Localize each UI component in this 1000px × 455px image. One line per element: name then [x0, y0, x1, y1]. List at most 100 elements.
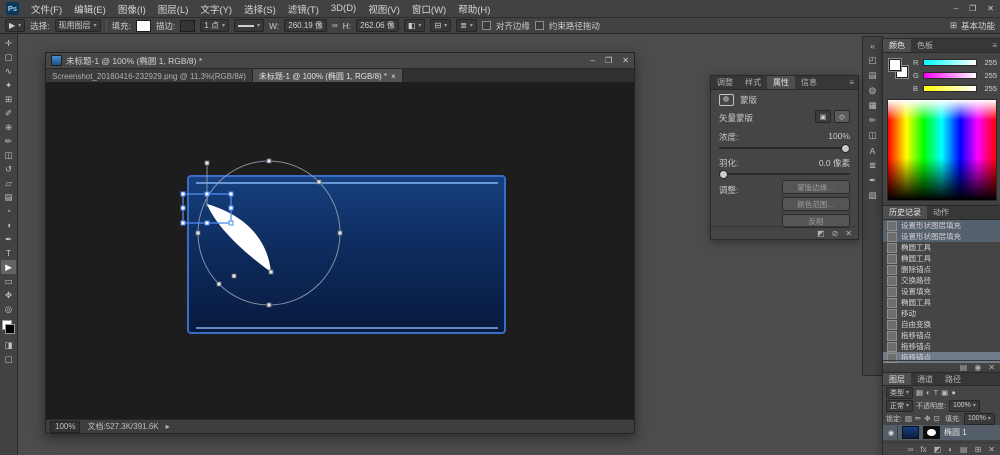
new-snapshot-icon[interactable]: ◉ [974, 363, 981, 372]
history-state[interactable]: 移动 [883, 308, 1000, 319]
disable-mask-icon[interactable]: ⊘ [832, 229, 839, 238]
clone-stamp-tool[interactable]: ◫ [1, 148, 16, 162]
path-arrangement-dropdown[interactable]: ≣ ▾ [456, 19, 477, 32]
mask-edge-button[interactable]: 蒙版边缘… [782, 180, 850, 194]
menu-help[interactable]: 帮助(H) [458, 2, 490, 16]
history-state[interactable]: 交换路径 [883, 275, 1000, 286]
clone-source-panel-icon[interactable]: ◫ [865, 129, 880, 142]
canvas-area[interactable] [46, 82, 634, 420]
tab-properties[interactable]: 属性 [767, 76, 795, 89]
canvas-artwork[interactable] [46, 82, 632, 420]
dodge-tool[interactable]: ◑ [1, 218, 16, 232]
history-state[interactable]: 拖移锚点 [883, 330, 1000, 341]
doc-restore-button[interactable]: ❐ [605, 56, 612, 65]
adjustments-panel-icon[interactable]: ◍ [865, 84, 880, 97]
menu-image[interactable]: 图像(I) [118, 2, 146, 16]
link-dimensions-icon[interactable]: ∞ [332, 21, 338, 30]
menu-select[interactable]: 选择(S) [244, 2, 276, 16]
document-title-bar[interactable]: 未标题-1 @ 100% (椭圆 1, RGB/8) * – ❐ ✕ [46, 53, 634, 69]
constrain-path-checkbox[interactable] [535, 21, 544, 30]
channels-panel-icon[interactable]: ▧ [865, 189, 880, 202]
new-layer-icon[interactable]: ⊞ [975, 445, 982, 454]
new-document-from-state-icon[interactable]: ▤ [960, 363, 968, 372]
blue-value[interactable]: 255 [979, 84, 997, 93]
tab-info[interactable]: 信息 [795, 76, 823, 89]
menu-view[interactable]: 视图(V) [368, 2, 400, 16]
history-state[interactable]: 删除锚点 [883, 264, 1000, 275]
history-state[interactable]: 拖移锚点 [883, 341, 1000, 352]
brush-tool[interactable]: ✏ [1, 134, 16, 148]
menu-layer[interactable]: 图层(L) [158, 2, 189, 16]
shape-tool[interactable]: ▭ [1, 274, 16, 288]
quick-selection-tool[interactable]: ✦ [1, 78, 16, 92]
paths-panel-icon[interactable]: ✒ [865, 174, 880, 187]
paragraph-panel-icon[interactable]: ≣ [865, 159, 880, 172]
lock-transparency-icon[interactable]: ▨ [905, 414, 912, 423]
healing-brush-tool[interactable]: ⊕ [1, 120, 16, 134]
blend-mode-dropdown[interactable]: 正常 ▾ [886, 400, 913, 412]
align-edges-checkbox[interactable] [482, 21, 491, 30]
tab-close-icon[interactable]: × [391, 72, 396, 81]
restore-button[interactable]: ❐ [969, 4, 976, 13]
tab-adjustments[interactable]: 调整 [711, 76, 739, 89]
add-vector-mask-button[interactable]: ◇ [834, 110, 850, 123]
menu-type[interactable]: 文字(Y) [200, 2, 232, 16]
path-operations-dropdown[interactable]: ◧ ▾ [404, 19, 426, 32]
stroke-swatch[interactable] [180, 20, 195, 32]
delete-state-icon[interactable]: ✕ [988, 363, 995, 372]
color-swatches[interactable] [1, 319, 16, 335]
stroke-width-field[interactable]: 1 点 ▾ [200, 19, 229, 32]
lock-position-icon[interactable]: ✥ [924, 414, 930, 423]
delete-layer-icon[interactable]: ✕ [988, 445, 995, 454]
path-alignment-dropdown[interactable]: ⊟ ▾ [430, 19, 451, 32]
zoom-tool[interactable]: ◎ [1, 302, 16, 316]
density-slider[interactable] [719, 147, 850, 149]
crop-tool[interactable]: ⊞ [1, 92, 16, 106]
history-state[interactable]: 椭圆工具 [883, 242, 1000, 253]
blue-rectangle-shape[interactable] [188, 176, 505, 333]
layer-name[interactable]: 椭圆 1 [944, 427, 967, 438]
adjustment-layer-icon[interactable]: ◐ [948, 445, 953, 454]
zoom-level-field[interactable]: 100% [50, 421, 80, 433]
delete-mask-icon[interactable]: ✕ [845, 229, 852, 238]
history-state[interactable]: 椭圆工具 [883, 297, 1000, 308]
lock-pixels-icon[interactable]: ✏ [915, 414, 921, 423]
color-spectrum-picker[interactable] [887, 99, 997, 201]
width-field[interactable]: 260.19 像 [284, 19, 327, 32]
lasso-tool[interactable]: ∿ [1, 64, 16, 78]
history-brush-tool[interactable]: ↺ [1, 162, 16, 176]
layer-row[interactable]: ◉ 椭圆 1 [883, 425, 1000, 440]
quick-mask-button[interactable]: ◨ [1, 338, 16, 352]
red-value[interactable]: 255 [979, 58, 997, 67]
close-button[interactable]: ✕ [987, 4, 994, 13]
fill-swatch[interactable] [136, 20, 151, 32]
doc-close-button[interactable]: ✕ [622, 56, 629, 65]
color-panel-icon[interactable]: ◰ [865, 54, 880, 67]
document-tab[interactable]: Screenshot_20180416-232929.png @ 11.3%(R… [46, 69, 253, 83]
tab-channels[interactable]: 通道 [911, 373, 939, 385]
green-slider[interactable] [923, 72, 977, 79]
feather-slider-knob[interactable] [719, 170, 728, 179]
history-state[interactable]: 椭圆工具 [883, 253, 1000, 264]
green-value[interactable]: 255 [979, 71, 997, 80]
lock-all-icon[interactable]: ⊡ [934, 414, 940, 423]
vector-mask-thumbnail[interactable] [923, 426, 940, 439]
menu-3d[interactable]: 3D(D) [331, 3, 356, 14]
fill-field[interactable]: 100% ▾ [964, 413, 995, 425]
red-slider[interactable] [923, 59, 977, 66]
type-tool[interactable]: T [1, 246, 16, 260]
stroke-type-dropdown[interactable]: ▾ [234, 19, 264, 32]
height-field[interactable]: 262.06 像 [356, 19, 399, 32]
tab-paths[interactable]: 路径 [939, 373, 967, 385]
doc-minimize-button[interactable]: – [591, 56, 595, 65]
panel-menu-icon[interactable]: ≡ [845, 76, 858, 89]
layer-visibility-eye-icon[interactable]: ◉ [885, 425, 898, 440]
foreground-color-swatch[interactable] [889, 59, 901, 71]
history-state[interactable]: 设置填充 [883, 286, 1000, 297]
gradient-tool[interactable]: ▤ [1, 190, 16, 204]
add-mask-icon[interactable]: ◩ [934, 445, 942, 454]
menu-filter[interactable]: 滤镜(T) [288, 2, 319, 16]
blue-slider[interactable] [923, 85, 977, 92]
tab-color[interactable]: 颜色 [883, 39, 911, 52]
eraser-tool[interactable]: ▱ [1, 176, 16, 190]
